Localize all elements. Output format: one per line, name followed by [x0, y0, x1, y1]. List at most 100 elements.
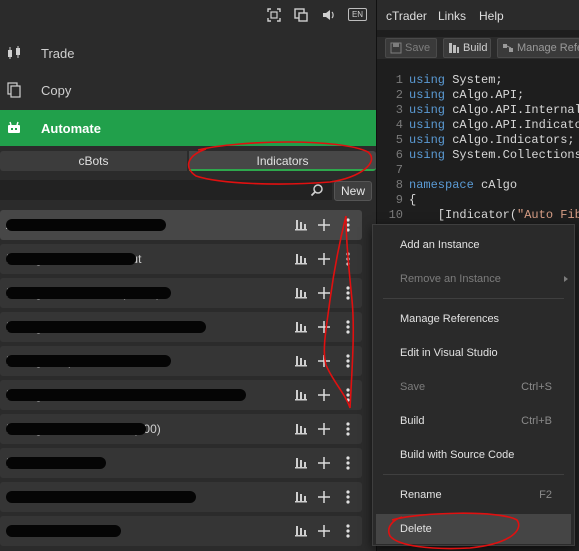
- language-badge[interactable]: EN: [348, 8, 367, 21]
- fullscreen-icon[interactable]: [265, 6, 283, 24]
- build-icon[interactable]: [293, 285, 309, 301]
- more-options-icon[interactable]: [340, 387, 356, 403]
- add-instance-icon[interactable]: [316, 421, 332, 437]
- indicator-row[interactable]: Bollinger Bands Breakout: [0, 244, 362, 274]
- line-number: 1: [395, 73, 403, 87]
- add-instance-icon[interactable]: [316, 217, 332, 233]
- search-icon[interactable]: [310, 183, 324, 197]
- code-token: cAlgo.API.Indicator: [445, 118, 579, 132]
- more-options-icon[interactable]: [340, 455, 356, 471]
- code-token: System;: [445, 73, 503, 87]
- redaction-scribble: [6, 355, 171, 367]
- build-icon[interactable]: [293, 387, 309, 403]
- redaction-scribble: [6, 525, 121, 537]
- add-instance-icon[interactable]: [316, 489, 332, 505]
- references-icon: [502, 42, 514, 54]
- line-number: 8: [395, 178, 403, 192]
- menu-icon[interactable]: [4, 7, 20, 21]
- indicator-row[interactable]: Bollinger Bands MTF (Trend): [0, 278, 362, 308]
- manage-references-button[interactable]: Manage Refe: [497, 38, 579, 58]
- menu-help[interactable]: Help: [479, 9, 504, 23]
- build-icon[interactable]: [293, 251, 309, 267]
- menu-item-label: Manage References: [400, 313, 500, 325]
- menu-links[interactable]: Links: [438, 9, 466, 23]
- indicator-row[interactable]: BollingerBands StdDev (200): [0, 414, 362, 444]
- menu-shortcut: Ctrl+S: [521, 381, 552, 393]
- menu-item-add-an-instance[interactable]: Add an Instance: [373, 230, 574, 260]
- build-icon[interactable]: [293, 319, 309, 335]
- menu-item-edit-in-visual-studio[interactable]: Edit in Visual Studio: [373, 338, 574, 368]
- indicator-row[interactable]: Auto Fib Retracement: [0, 210, 362, 240]
- save-label: Save: [405, 42, 431, 54]
- tab-cbots[interactable]: cBots: [0, 151, 187, 171]
- menu-item-rename[interactable]: Rename F2: [373, 480, 574, 510]
- more-options-icon[interactable]: [340, 285, 356, 301]
- tab-indicators[interactable]: Indicators: [189, 151, 376, 171]
- save-icon: [390, 42, 402, 54]
- menu-item-label: Remove an Instance: [400, 273, 501, 285]
- indicator-row[interactable]: Candle Momentum: [0, 482, 362, 512]
- submenu-arrow-icon: [564, 276, 568, 282]
- redaction-scribble: [6, 287, 171, 299]
- more-options-icon[interactable]: [340, 251, 356, 267]
- build-label: Build: [463, 42, 488, 54]
- add-instance-icon[interactable]: [316, 455, 332, 471]
- add-instance-icon[interactable]: [316, 285, 332, 301]
- code-token: [Indicator(: [409, 208, 518, 222]
- add-instance-icon[interactable]: [316, 353, 332, 369]
- nav-item-trade[interactable]: Trade: [0, 35, 376, 71]
- line-number: 5: [395, 133, 403, 147]
- menu-item-manage-references[interactable]: Manage References: [373, 304, 574, 334]
- redaction-scribble: [6, 457, 106, 469]
- indicator-row[interactable]: Bollinger Bands MTF Trend: [0, 380, 362, 410]
- add-instance-icon[interactable]: [316, 319, 332, 335]
- more-options-icon[interactable]: [340, 489, 356, 505]
- code-token: using: [409, 148, 446, 162]
- add-instance-icon[interactable]: [316, 523, 332, 539]
- more-options-icon[interactable]: [340, 319, 356, 335]
- menu-item-delete[interactable]: Delete: [376, 514, 571, 544]
- more-options-icon[interactable]: [340, 353, 356, 369]
- build-icon[interactable]: [293, 353, 309, 369]
- code-token: System.Collections: [445, 148, 579, 162]
- build-button[interactable]: Build: [443, 38, 491, 58]
- more-options-icon[interactable]: [340, 217, 356, 233]
- more-options-icon[interactable]: [340, 523, 356, 539]
- nav-item-copy[interactable]: Copy: [0, 72, 376, 108]
- menu-item-label: Edit in Visual Studio: [400, 347, 498, 359]
- automate-panel: EN Trade Copy Automate cBots Indicators …: [0, 0, 376, 551]
- build-icon[interactable]: [293, 421, 309, 437]
- context-menu: Add an Instance Remove an Instance Manage …: [372, 224, 575, 546]
- redaction-scribble: [6, 253, 136, 265]
- menu-ctrader[interactable]: cTrader: [386, 9, 427, 23]
- code-line: 10 [Indicator("Auto Fib: [383, 208, 579, 223]
- menu-item-build-with-source-code[interactable]: Build with Source Code: [373, 440, 574, 470]
- build-icon[interactable]: [293, 523, 309, 539]
- indicator-row[interactable]: Bollinger Trend Indicator: [0, 312, 362, 342]
- windows-icon[interactable]: [292, 6, 310, 24]
- add-instance-icon[interactable]: [316, 251, 332, 267]
- indicator-row[interactable]: Channel Breakout: [0, 516, 362, 546]
- code-token: {: [409, 193, 417, 207]
- indicator-row[interactable]: Bollinger Squeeze: [0, 346, 362, 376]
- indicator-row[interactable]: Break Out: [0, 448, 362, 478]
- menu-item-build[interactable]: Build Ctrl+B: [373, 406, 574, 436]
- menu-item-label: Build: [400, 415, 425, 427]
- redaction-scribble: [6, 423, 146, 435]
- manage-label: Manage Refe: [517, 42, 579, 54]
- sound-icon[interactable]: [320, 6, 338, 24]
- search-input[interactable]: [0, 180, 332, 200]
- code-line: 8 namespace cAlgo: [383, 178, 517, 193]
- nav-item-automate[interactable]: Automate: [0, 110, 376, 146]
- more-options-icon[interactable]: [340, 421, 356, 437]
- top-bar: EN: [0, 0, 376, 30]
- save-button[interactable]: Save: [385, 38, 437, 58]
- build-icon[interactable]: [293, 455, 309, 471]
- add-instance-icon[interactable]: [316, 387, 332, 403]
- build-icon[interactable]: [293, 489, 309, 505]
- new-button[interactable]: New: [334, 181, 372, 201]
- line-number: 3: [395, 103, 403, 117]
- build-icon[interactable]: [293, 217, 309, 233]
- menu-item-label: Save: [400, 381, 426, 393]
- redaction-scribble: [6, 491, 196, 503]
